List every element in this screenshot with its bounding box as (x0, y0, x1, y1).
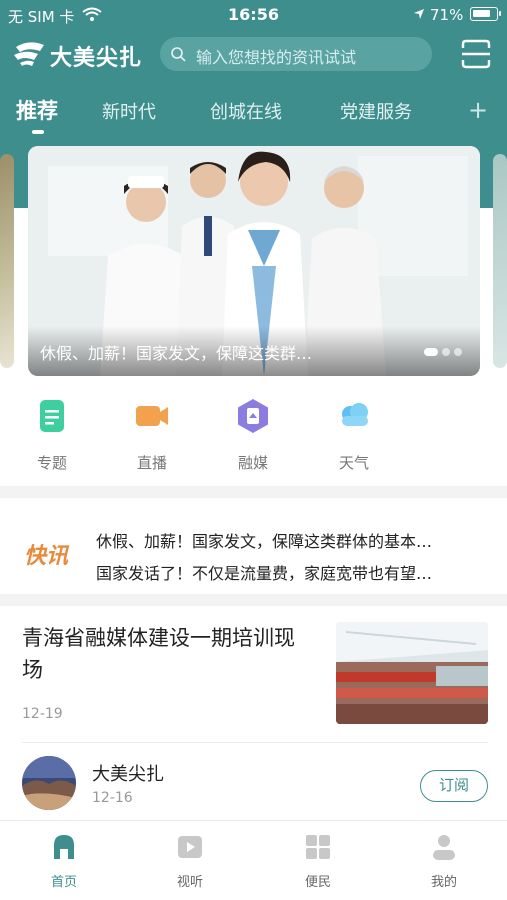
user-icon (433, 835, 455, 860)
scan-icon[interactable] (460, 38, 492, 70)
tab-new-era[interactable]: 新时代 (102, 98, 156, 124)
tab-party-service[interactable]: 党建服务 (340, 98, 412, 124)
avatar-image (22, 756, 76, 810)
list-divider (22, 742, 488, 743)
quick-link-label: 融媒 (237, 454, 268, 472)
search-bar[interactable]: 输入您想找的资讯试试 (160, 37, 432, 71)
carousel-dots (420, 341, 462, 360)
battery-percentage: 71% (430, 6, 464, 24)
tab-recommend[interactable]: 推荐 (16, 95, 58, 125)
carousel-dot[interactable] (442, 348, 450, 356)
nav-label: 视听 (176, 875, 203, 890)
quick-link-label: 直播 (136, 454, 167, 472)
quick-link-live[interactable]: 直播 (122, 398, 182, 473)
flash-news-item[interactable]: 休假、加薪！国家发文，保障这类群体的基本… (96, 528, 496, 552)
news-date: 12-19 (22, 706, 63, 722)
add-channel-icon[interactable]: + (468, 96, 488, 124)
quick-link-label: 天气 (338, 454, 369, 472)
search-placeholder: 输入您想找的资讯试试 (196, 48, 357, 67)
status-bar: 无 SIM 卡 16:56 71% (0, 0, 507, 30)
quick-link-label: 专题 (36, 454, 67, 472)
tab-civilized-city[interactable]: 创城在线 (210, 98, 282, 124)
nav-audio-video[interactable]: 视听 (160, 833, 220, 890)
section-separator (0, 486, 507, 498)
prev-banner-card[interactable] (0, 154, 14, 368)
flash-news-tag: 快讯 (24, 543, 69, 569)
video-camera-icon (136, 406, 168, 426)
logo-mark-icon (14, 42, 44, 66)
news-thumbnail (336, 622, 488, 724)
document-icon (40, 400, 64, 432)
subscription-row[interactable]: 大美尖扎 12-16 订阅 (0, 750, 507, 820)
nav-label: 便民 (304, 875, 331, 890)
nav-label: 我的 (430, 875, 457, 890)
active-tab-indicator (32, 130, 44, 134)
play-icon (178, 836, 202, 858)
banner-card[interactable]: 休假、加薪！国家发文，保障这类群… (28, 146, 480, 376)
flash-news-item[interactable]: 国家发话了！不仅是流量费，家庭宽带也有望… (96, 560, 496, 584)
news-title: 青海省融媒体建设一期培训现场 (22, 626, 295, 682)
home-icon (54, 835, 74, 859)
quick-link-topic[interactable]: 专题 (22, 398, 82, 473)
app-name: 大美尖扎 (50, 46, 143, 71)
news-thumbnail-image (336, 622, 488, 724)
cloud-icon (342, 403, 368, 426)
flash-news[interactable]: 快讯 休假、加薪！国家发文，保障这类群体的基本… 国家发话了！不仅是流量费，家庭… (0, 510, 507, 594)
nav-profile[interactable]: 我的 (414, 833, 474, 890)
subscription-name: 大美尖扎 (92, 764, 164, 785)
nav-home[interactable]: 首页 (34, 833, 94, 890)
search-icon (171, 47, 186, 62)
banner-carousel[interactable]: 休假、加薪！国家发文，保障这类群… (0, 146, 507, 376)
channel-tabs: 推荐 新时代 创城在线 党建服务 (0, 90, 507, 134)
subscribe-button[interactable]: 订阅 (420, 770, 488, 802)
bottom-nav: 首页 视听 便民 我的 (0, 820, 507, 900)
battery-icon (470, 7, 501, 21)
location-arrow-icon (414, 9, 424, 19)
next-banner-card[interactable] (493, 154, 507, 368)
carousel-dot[interactable] (424, 348, 438, 356)
avatar[interactable] (22, 756, 76, 810)
subscription-date: 12-16 (92, 790, 133, 806)
banner-caption: 休假、加薪！国家发文，保障这类群… (40, 344, 313, 363)
grid-icon (306, 835, 330, 859)
quick-links: 专题 直播 融媒 天气 (0, 398, 507, 478)
quick-link-media[interactable]: 融媒 (223, 398, 283, 473)
quick-link-weather[interactable]: 天气 (324, 398, 384, 473)
nav-convenience[interactable]: 便民 (288, 833, 348, 890)
nav-label: 首页 (50, 875, 77, 890)
app-logo: 大美尖扎 (12, 37, 160, 71)
section-separator (0, 594, 507, 606)
news-item[interactable]: 青海省融媒体建设一期培训现场 12-19 (0, 610, 507, 738)
media-hexagon-icon (238, 399, 268, 433)
carousel-dot[interactable] (454, 348, 462, 356)
